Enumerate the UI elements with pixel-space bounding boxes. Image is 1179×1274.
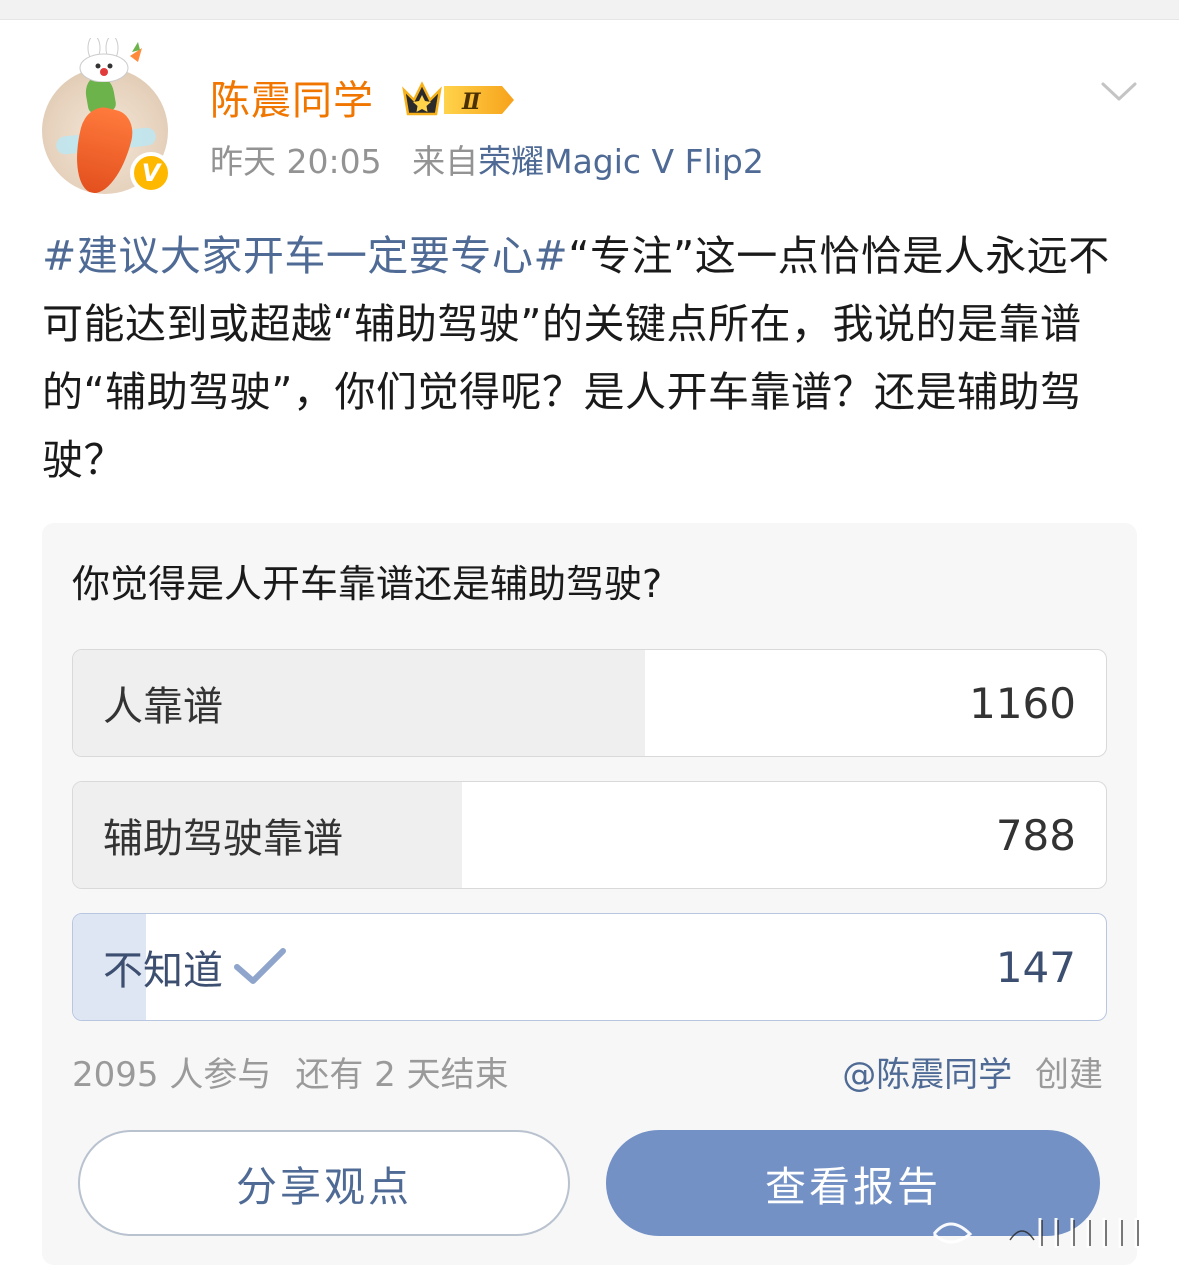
poll-card: 你觉得是人开车靠谱还是辅助驾驶? 人靠谱 1160 辅助驾驶靠谱 788 不知道… (42, 523, 1137, 1265)
creator-link[interactable]: @陈震同学 (842, 1055, 1012, 1095)
avatar[interactable]: V (42, 38, 174, 194)
poll-question: 你觉得是人开车靠谱还是辅助驾驶? (72, 562, 663, 606)
time-remaining: 还有 2 天结束 (295, 1055, 509, 1095)
creator-suffix: 创建 (1035, 1055, 1103, 1095)
hashtag-link[interactable]: #建议大家开车一定要专心# (42, 232, 568, 280)
checkmark-icon (234, 948, 286, 984)
poll-option-3[interactable]: 不知道 147 (72, 913, 1107, 1021)
vip-level: Ⅱ (461, 89, 482, 115)
participant-count: 2095 人参与 (72, 1055, 272, 1095)
source-prefix: 来自 (412, 142, 479, 181)
watermark-logo-icon (932, 1218, 1154, 1248)
poll-option-count: 147 (995, 942, 1076, 992)
poll-creator: @陈震同学 创建 (842, 1053, 1103, 1097)
post-meta: 昨天 20:05 来自荣耀Magic V Flip2 (210, 140, 764, 184)
poll-option-1[interactable]: 人靠谱 1160 (72, 649, 1107, 757)
poll-option-2[interactable]: 辅助驾驶靠谱 788 (72, 781, 1107, 889)
chevron-down-icon[interactable] (1100, 78, 1138, 106)
poll-option-count: 788 (995, 810, 1076, 860)
post-text: #建议大家开车一定要专心#“专注”这一点恰恰是人永远不可能达到或超越“辅助驾驶”… (42, 222, 1142, 494)
poll-option-count: 1160 (969, 678, 1076, 728)
top-strip (0, 0, 1179, 20)
crown-vip-icon[interactable]: Ⅱ (400, 78, 516, 122)
bunny-icon (79, 38, 142, 82)
poll-option-label: 不知道 (103, 914, 287, 1020)
poll-stats: 2095 人参与 还有 2 天结束 (72, 1053, 509, 1097)
poll-option-label: 辅助驾驶靠谱 (103, 816, 343, 862)
poll-option-label: 人靠谱 (103, 684, 223, 730)
share-opinion-button[interactable]: 分享观点 (78, 1130, 570, 1236)
source-device[interactable]: 荣耀Magic V Flip2 (478, 142, 764, 181)
post-time: 昨天 20:05 (210, 142, 382, 181)
username[interactable]: 陈震同学 (210, 76, 374, 126)
poll-option-label-text: 不知道 (103, 948, 223, 994)
verified-badge-icon: V (130, 152, 172, 194)
